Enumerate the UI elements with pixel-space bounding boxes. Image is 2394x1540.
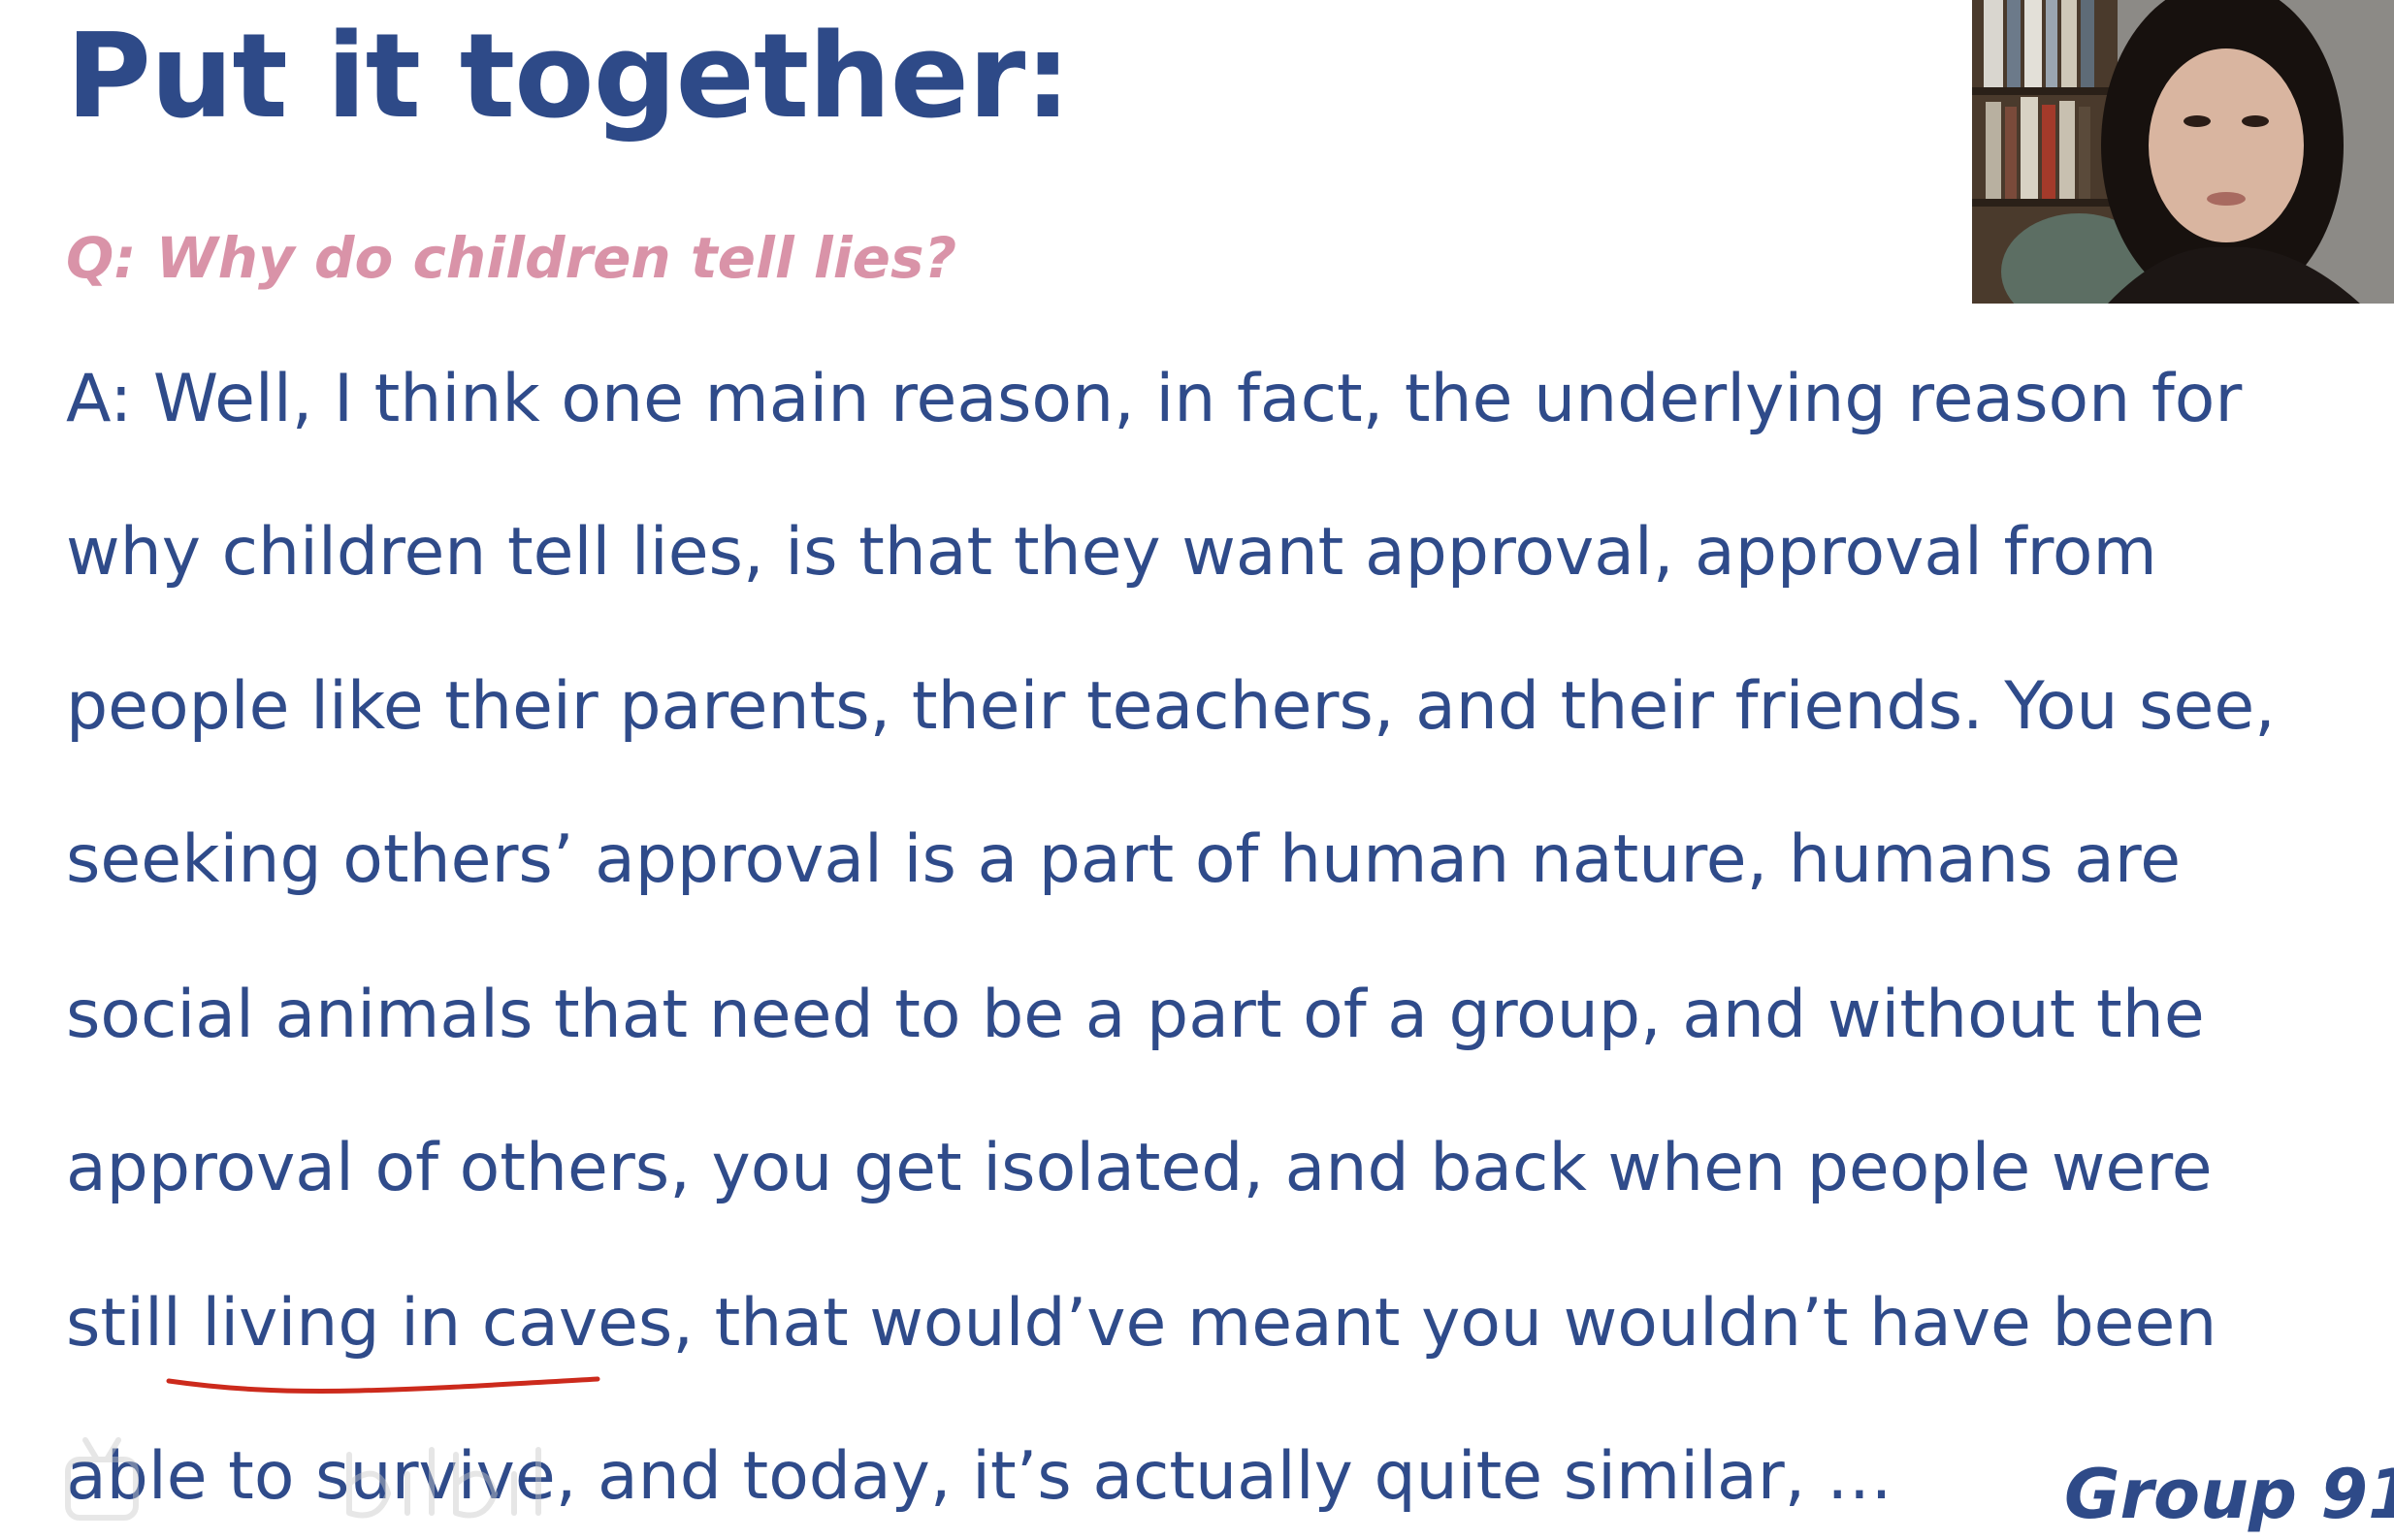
answer-line: still living in caves, that would’ve mea… bbox=[66, 1285, 2217, 1362]
question-text: Q: Why do children tell lies? bbox=[66, 225, 957, 291]
slide-canvas: Put it together: Q: Why do children tell… bbox=[0, 0, 2394, 1540]
answer-line: people like their parents, their teacher… bbox=[66, 668, 2276, 745]
answer-line: approval of others, you get isolated, an… bbox=[66, 1130, 2213, 1206]
handwritten-underline-annotation bbox=[166, 1376, 600, 1394]
slide-title: Put it together: bbox=[66, 10, 1071, 144]
answer-line: why children tell lies, is that they wan… bbox=[66, 514, 2157, 591]
bilibili-watermark-icon bbox=[65, 1437, 541, 1521]
answer-line: seeking others’ approval is a part of hu… bbox=[66, 821, 2182, 898]
answer-line: social animals that need to be a part of… bbox=[66, 977, 2205, 1053]
webcam-feed bbox=[1972, 0, 2394, 304]
presenter-video-icon bbox=[1972, 0, 2394, 304]
answer-line: A: Well, I think one main reason, in fac… bbox=[66, 361, 2243, 437]
group-label: Group 91 bbox=[2064, 1455, 2394, 1534]
